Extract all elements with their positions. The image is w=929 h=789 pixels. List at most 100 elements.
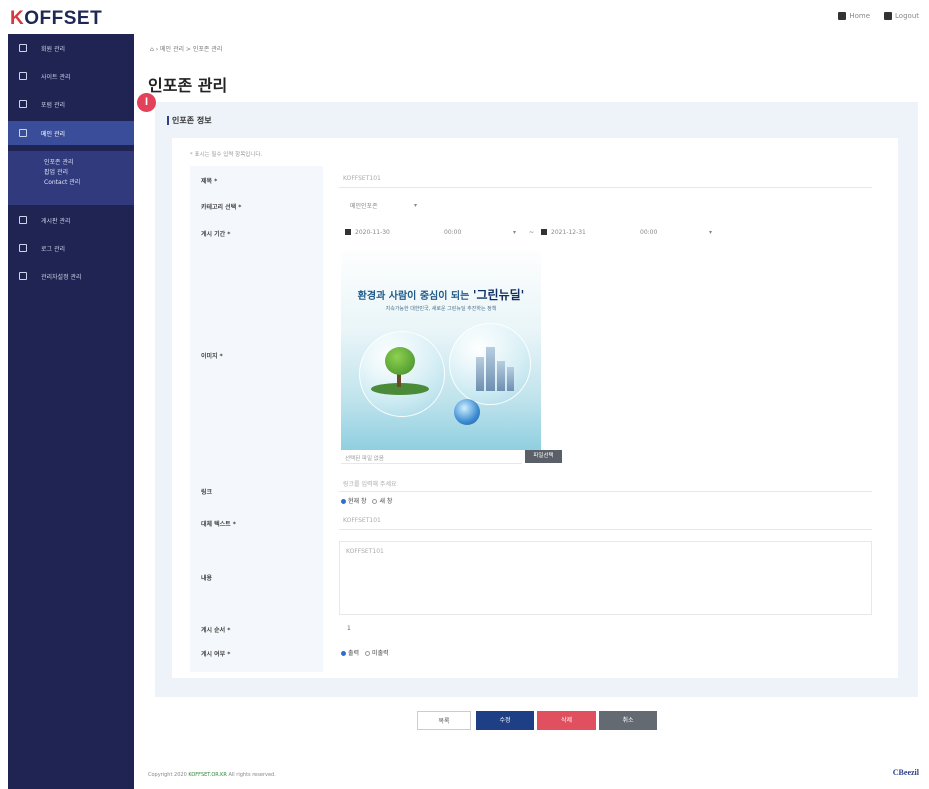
display-radio-group: 출력 미출력: [341, 648, 389, 657]
radio-display-on[interactable]: 출력: [341, 648, 359, 657]
alt-text-label: 대체 텍스트 *: [201, 521, 236, 528]
calendar-icon: [541, 229, 547, 235]
alt-text-input[interactable]: KOFFSET101: [339, 514, 872, 530]
end-time-value: 00:00: [640, 228, 658, 236]
start-date-input[interactable]: 2020-11-30: [341, 225, 431, 239]
sidebar-item-board[interactable]: 게시판 관리: [8, 208, 134, 232]
banner-subtext: 지속가능한 대한민국, 새로운 그린뉴딜 추진하는 정책: [385, 306, 497, 312]
image-label: 이미지 *: [201, 353, 223, 360]
sidebar-submenu: 인포존 관리 팝업 관리 Contact 관리: [8, 151, 134, 205]
breadcrumb-text: 메인 관리 > 인포존 관리: [160, 46, 223, 53]
end-date-value: 2021-12-31: [551, 228, 586, 236]
footer-prefix: Copyright 2020: [148, 772, 187, 778]
logo-text: OFFSET: [24, 8, 103, 29]
footer-highlight: KOFFSET.OR.KR: [188, 772, 227, 778]
category-value: 메인인포존: [350, 202, 378, 210]
start-time-value: 00:00: [444, 228, 462, 236]
building-shape: [497, 361, 505, 391]
label-column: [190, 166, 323, 672]
banner-image-preview: 환경과 사람이 중심이 되는 '그린뉴딜' 지속가능한 대한민국, 새로운 그린…: [341, 251, 541, 450]
banner-headline: 환경과 사람이 중심이 되는 '그린뉴딜': [341, 286, 541, 303]
link-target-radio-group: 현재 창 새 창: [341, 496, 392, 505]
log-icon: [19, 244, 27, 252]
logo-k: K: [10, 8, 25, 29]
board-icon: [19, 216, 27, 224]
end-date-input[interactable]: 2021-12-31: [537, 225, 627, 239]
period-separator: ~: [529, 229, 535, 236]
radio-label: 출력: [348, 650, 360, 657]
sidebar-item-label: 포럼 관리: [41, 101, 65, 109]
sidebar-item-admin[interactable]: 관리자설정 관리: [8, 264, 134, 288]
radio-label: 현재 창: [348, 498, 367, 505]
submenu-infozone[interactable]: 인포존 관리: [8, 158, 134, 168]
developer-logo: CBeezil: [892, 768, 919, 777]
edit-button[interactable]: 수정: [476, 711, 534, 730]
start-date-value: 2020-11-30: [355, 228, 390, 236]
sidebar-item-label: 사이트 관리: [41, 73, 71, 81]
delete-button[interactable]: 삭제: [537, 711, 596, 730]
sidebar-item-members[interactable]: 회원 관리: [8, 36, 134, 60]
file-select-button[interactable]: 파일선택: [525, 450, 562, 463]
radio-dot: [365, 651, 371, 656]
banner-headline-bold: '그린뉴딜': [472, 288, 525, 302]
section-title: 인포존 정보: [167, 116, 212, 125]
sidebar-item-site[interactable]: 사이트 관리: [8, 64, 134, 88]
page-title: 인포존 관리: [148, 76, 228, 95]
home-link[interactable]: Home: [838, 12, 870, 20]
top-links: Home Logout: [838, 12, 919, 20]
koffset-logo[interactable]: KOFFSET: [10, 8, 102, 30]
category-select[interactable]: 메인인포존 ▾: [346, 198, 421, 212]
title-input[interactable]: KOFFSET101: [339, 172, 872, 188]
list-button[interactable]: 목록: [417, 711, 471, 730]
chevron-down-icon: ▾: [413, 201, 417, 209]
building-shape: [507, 367, 514, 391]
building-shape: [486, 347, 495, 391]
required-note: * 표시는 필수 입력 항목입니다.: [190, 152, 263, 158]
period-label: 게시 기간 *: [201, 231, 231, 238]
start-time-select[interactable]: 00:00 ▾: [440, 225, 520, 239]
content-textarea[interactable]: KOFFSET101: [339, 541, 872, 615]
radio-label: 미출력: [372, 650, 389, 657]
logout-label: Logout: [895, 12, 919, 20]
home-icon: [838, 12, 847, 20]
display-label: 게시 여부 *: [201, 651, 231, 658]
users-icon: [19, 100, 27, 108]
end-time-select[interactable]: 00:00 ▾: [636, 225, 716, 239]
sidebar: 회원 관리 사이트 관리 포럼 관리 메인 관리 인포존 관리 팝업 관리 Co…: [8, 34, 134, 789]
admin-icon: [19, 272, 27, 280]
cancel-button[interactable]: 취소: [599, 711, 657, 730]
home-label: Home: [849, 12, 871, 20]
radio-dot: [372, 499, 378, 504]
building-shape: [476, 357, 484, 391]
link-input[interactable]: 링크를 입력해 주세요: [339, 476, 872, 492]
breadcrumb: ⌂ › 메인 관리 > 인포존 관리: [150, 44, 222, 53]
radio-dot: [341, 651, 346, 656]
logout-link[interactable]: Logout: [884, 12, 919, 20]
footer-suffix: All rights reserved.: [228, 772, 276, 778]
calendar-icon: [345, 229, 351, 235]
tree-icon: [385, 347, 415, 375]
chevron-down-icon: ▾: [708, 228, 712, 236]
sidebar-item-label: 관리자설정 관리: [41, 273, 82, 281]
submenu-contact[interactable]: Contact 관리: [8, 178, 134, 188]
home-icon[interactable]: ⌂ ›: [150, 46, 160, 53]
title-label: 제목 *: [201, 178, 218, 185]
sidebar-item-log[interactable]: 로그 관리: [8, 236, 134, 260]
sidebar-item-forum[interactable]: 포럼 관리: [8, 92, 134, 116]
annotation-marker: I: [137, 93, 156, 112]
order-input[interactable]: 1: [347, 625, 351, 632]
sidebar-item-main[interactable]: 메인 관리: [8, 121, 134, 145]
submenu-popup[interactable]: 팝업 관리: [8, 168, 134, 178]
radio-new-window[interactable]: 새 창: [372, 496, 392, 505]
order-label: 게시 순서 *: [201, 627, 231, 634]
radio-display-off[interactable]: 미출력: [365, 648, 389, 657]
link-label: 링크: [201, 489, 213, 496]
radio-dot: [341, 499, 346, 504]
footer-copyright: Copyright 2020 KOFFSET.OR.KR All rights …: [148, 772, 276, 778]
file-name-field: 선택된 파일 없음: [341, 451, 522, 464]
top-header: KOFFSET Home Logout: [0, 0, 929, 34]
app-root: KOFFSET Home Logout 회원 관리 사이트 관리 포럼 관리 메…: [0, 0, 929, 789]
layout-icon: [19, 129, 27, 137]
logout-icon: [884, 12, 893, 20]
radio-current-window[interactable]: 현재 창: [341, 496, 366, 505]
